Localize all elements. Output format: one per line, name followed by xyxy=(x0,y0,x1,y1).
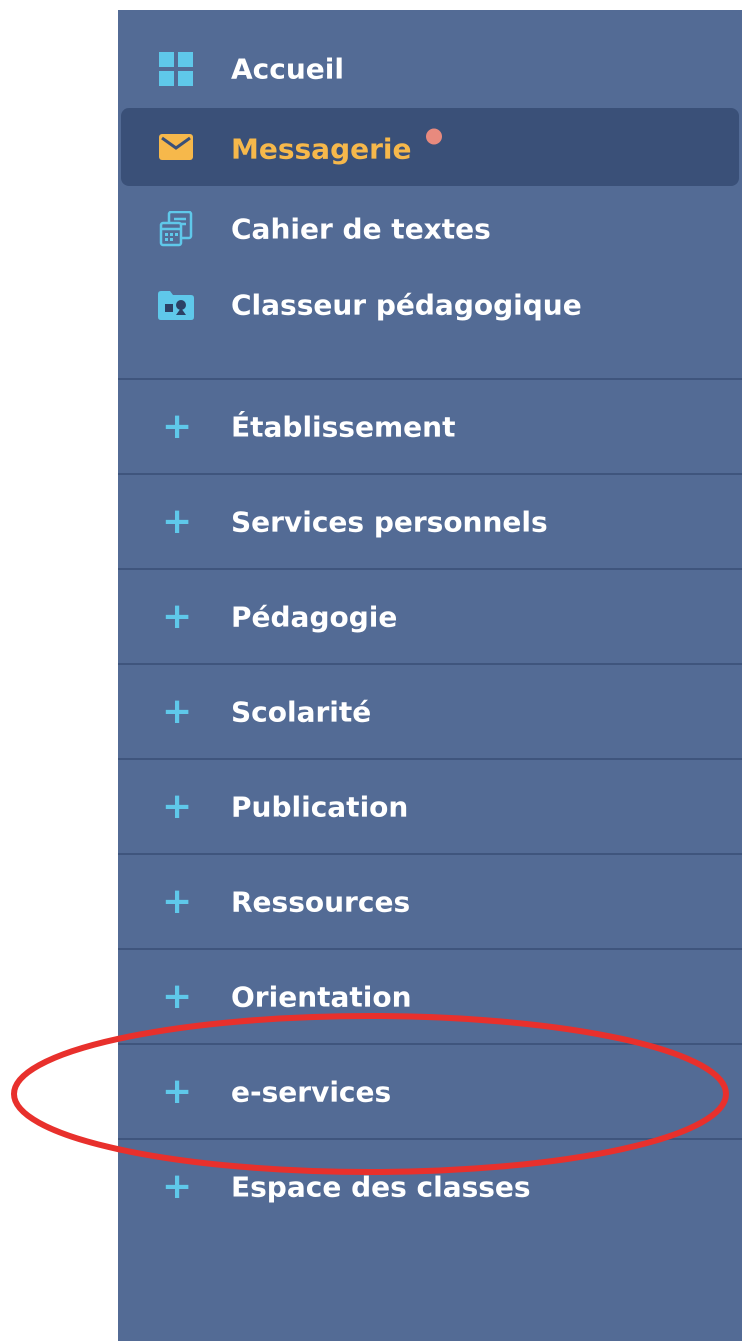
unread-badge xyxy=(425,128,442,145)
plus-icon: + xyxy=(162,690,193,732)
plus-icon: + xyxy=(162,975,193,1017)
nav-item-accueil[interactable]: Accueil xyxy=(121,30,739,108)
nav-section-label: e-services xyxy=(231,1075,392,1108)
nav-section-label: Scolarité xyxy=(231,695,372,728)
nav-section-label: Orientation xyxy=(231,980,412,1013)
nav-item-label: Classeur pédagogique xyxy=(231,288,582,322)
nav-section-label: Pédagogie xyxy=(231,600,398,633)
plus-icon: + xyxy=(162,405,193,447)
nav-section-label: Services personnels xyxy=(231,505,548,538)
plus-icon: + xyxy=(162,1165,193,1207)
nav-section-label: Ressources xyxy=(231,885,411,918)
envelope-icon xyxy=(157,128,195,166)
nav-section-ressources[interactable]: + Ressources xyxy=(118,853,742,948)
plus-icon: + xyxy=(162,1070,193,1112)
nav-section-pedagogie[interactable]: + Pédagogie xyxy=(118,568,742,663)
nav-section-espace-des-classes[interactable]: + Espace des classes xyxy=(118,1138,742,1233)
nav-item-label: Cahier de textes xyxy=(231,212,491,246)
dashboard-grid-icon xyxy=(157,50,195,88)
nav-item-classeur-pedagogique[interactable]: Classeur pédagogique xyxy=(121,266,739,344)
nav-section-label: Publication xyxy=(231,790,409,823)
calendar-notebook-icon xyxy=(157,210,195,248)
nav-item-label: Messagerie xyxy=(231,132,412,166)
plus-icon: + xyxy=(162,500,193,542)
nav-section-label: Établissement xyxy=(231,410,456,443)
nav-section-scolarite[interactable]: + Scolarité xyxy=(118,663,742,758)
nav-section-etablissement[interactable]: + Établissement xyxy=(118,378,742,473)
sidebar-nav: Accueil Messagerie Cahier de textes Clas… xyxy=(118,10,742,1341)
nav-item-messagerie[interactable]: Messagerie xyxy=(121,108,739,186)
plus-icon: + xyxy=(162,785,193,827)
nav-item-cahier-de-textes[interactable]: Cahier de textes xyxy=(121,190,739,268)
nav-section-e-services[interactable]: + e-services xyxy=(118,1043,742,1138)
plus-icon: + xyxy=(162,595,193,637)
nav-section-publication[interactable]: + Publication xyxy=(118,758,742,853)
nav-section-label: Espace des classes xyxy=(231,1170,531,1203)
nav-section-services-personnels[interactable]: + Services personnels xyxy=(118,473,742,568)
nav-section-orientation[interactable]: + Orientation xyxy=(118,948,742,1043)
plus-icon: + xyxy=(162,880,193,922)
folder-shapes-icon xyxy=(157,286,195,324)
nav-item-label: Accueil xyxy=(231,52,344,86)
nav-item-label-wrap: Messagerie xyxy=(231,128,442,166)
